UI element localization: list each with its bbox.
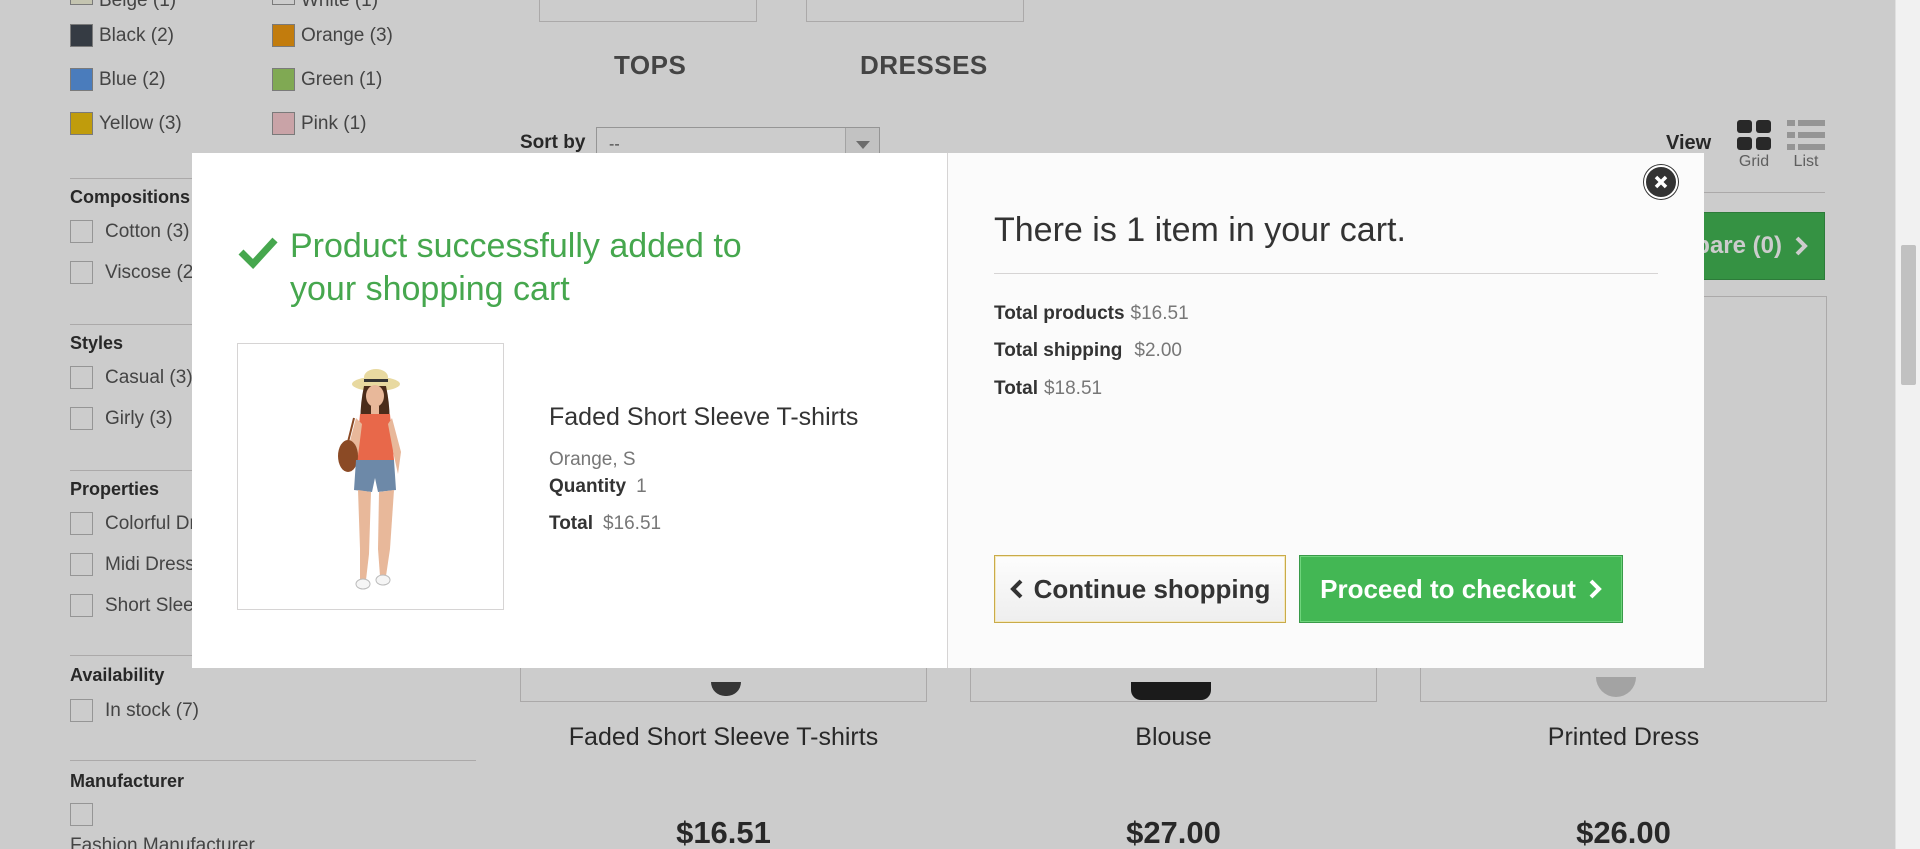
chevron-left-icon <box>1009 579 1022 599</box>
quantity-label: Quantity <box>549 476 627 497</box>
modal-product-attributes: Orange, S <box>549 449 636 470</box>
quantity-value: 1 <box>636 476 647 497</box>
check-icon <box>238 237 278 270</box>
add-to-cart-modal: Product successfully added to your shopp… <box>192 153 1704 668</box>
modal-product-title: Faded Short Sleeve T-shirts <box>549 403 859 431</box>
total-value: $16.51 <box>602 513 662 534</box>
continue-shopping-button[interactable]: Continue shopping <box>994 555 1286 623</box>
page-scrollbar[interactable] <box>1895 0 1920 849</box>
proceed-to-checkout-label: Proceed to checkout <box>1320 573 1576 604</box>
scrollbar-thumb[interactable] <box>1901 245 1916 385</box>
success-header: Product successfully added to your shopp… <box>238 225 760 311</box>
modal-product-quantity: Quantity 1 <box>549 476 647 498</box>
modal-product-total: Total $16.51 <box>549 513 661 535</box>
product-image <box>237 343 504 610</box>
continue-shopping-label: Continue shopping <box>1033 573 1271 604</box>
proceed-to-checkout-button[interactable]: Proceed to checkout <box>1299 555 1623 623</box>
close-modal-button[interactable] <box>1644 165 1678 199</box>
chevron-right-icon <box>1589 579 1602 599</box>
close-icon <box>1654 175 1668 189</box>
modal-product-panel: Product successfully added to your shopp… <box>192 153 948 668</box>
success-message: Product successfully added to your shopp… <box>290 227 742 308</box>
model-photo <box>338 369 401 590</box>
total-label: Total <box>549 513 593 534</box>
